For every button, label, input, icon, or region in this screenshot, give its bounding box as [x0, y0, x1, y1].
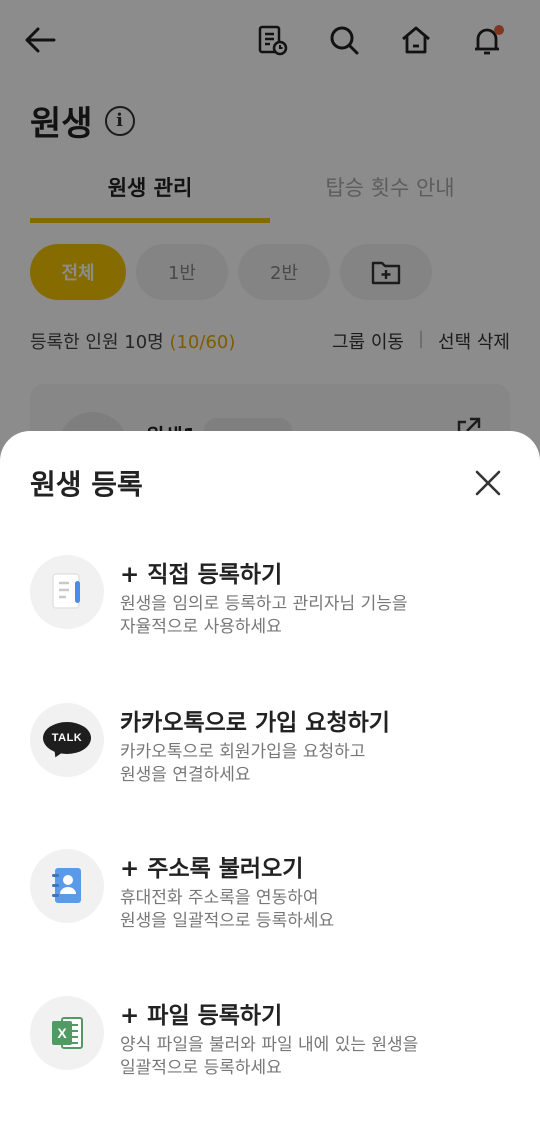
sheet-title: 원생 등록	[30, 468, 143, 501]
option-description: 휴대전화 주소록을 연동하여 원생을 일괄적으로 등록하세요	[120, 887, 500, 933]
document-icon	[30, 555, 104, 629]
direct-registration-option[interactable]: + 직접 등록하기 원생을 임의로 등록하고 관리자님 기능을 자율적으로 사용…	[30, 549, 510, 649]
option-title: + 파일 등록하기	[120, 1003, 283, 1029]
kakaotalk-icon: TALK	[30, 703, 104, 777]
excel-file-icon: X	[30, 996, 104, 1070]
student-registration-sheet: 원생 등록 + 직접 등록하기 원생을 임의로 등록하고 관리자님 기능을 자율…	[0, 431, 540, 1137]
option-description: 양식 파일을 불러와 파일 내에 있는 원생을 일괄적으로 등록하세요	[120, 1034, 500, 1080]
kakaotalk-icon-text: TALK	[43, 722, 91, 754]
option-description-line: 원생을 임의로 등록하고 관리자님 기능을	[120, 594, 408, 614]
option-description-line: 카카오톡으로 회원가입을 요청하고	[120, 742, 366, 762]
option-title: + 주소록 불러오기	[120, 856, 304, 882]
option-description-line: 원생을 일괄적으로 등록하세요	[120, 911, 335, 931]
address-book-import-option[interactable]: + 주소록 불러오기 휴대전화 주소록을 연동하여 원생을 일괄적으로 등록하세…	[30, 843, 510, 943]
option-description: 원생을 임의로 등록하고 관리자님 기능을 자율적으로 사용하세요	[120, 593, 500, 639]
option-title: + 직접 등록하기	[120, 562, 283, 588]
option-title: 카카오톡으로 가입 요청하기	[120, 710, 390, 736]
close-icon[interactable]	[466, 461, 510, 505]
excel-icon-letter: X	[57, 1025, 67, 1041]
option-description-line: 자율적으로 사용하세요	[120, 617, 282, 637]
option-description-line: 휴대전화 주소록을 연동하여	[120, 888, 319, 908]
file-import-option[interactable]: X + 파일 등록하기 양식 파일을 불러와 파일 내에 있는 원생을 일괄적으…	[30, 990, 510, 1090]
kakaotalk-invite-option[interactable]: TALK 카카오톡으로 가입 요청하기 카카오톡으로 회원가입을 요청하고 원생…	[30, 697, 510, 797]
option-description: 카카오톡으로 회원가입을 요청하고 원생을 연결하세요	[120, 741, 500, 787]
option-description-line: 양식 파일을 불러와 파일 내에 있는 원생을	[120, 1035, 419, 1055]
option-description-line: 일괄적으로 등록하세요	[120, 1058, 282, 1078]
kakaotalk-bubble: TALK	[43, 722, 91, 760]
option-description-line: 원생을 연결하세요	[120, 765, 251, 785]
address-book-icon	[30, 849, 104, 923]
